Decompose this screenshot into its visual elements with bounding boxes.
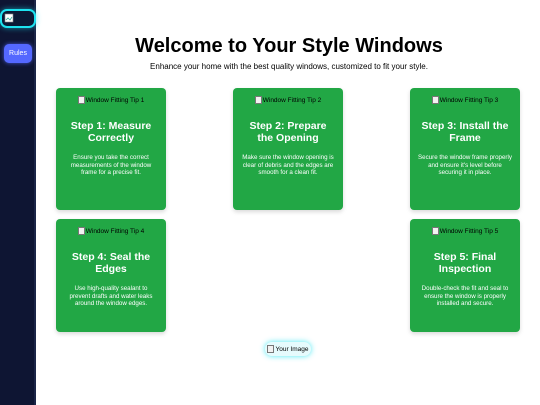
- broken-image-icon: [77, 96, 85, 104]
- page-subtitle: Enhance your home with the best quality …: [150, 62, 428, 71]
- step-card-1: Window Fitting Tip 1 Step 1: Measure Cor…: [56, 88, 166, 210]
- card-image: Window Fitting Tip 2: [241, 94, 335, 106]
- broken-image-icon: [4, 13, 14, 23]
- main-content: Welcome to Your Style Windows Enhance yo…: [38, 0, 540, 405]
- page-title: Welcome to Your Style Windows: [135, 35, 443, 57]
- card-image-alt: Window Fitting Tip 4: [85, 227, 145, 235]
- card-text: Secure the window frame properly and ens…: [418, 154, 512, 176]
- card-title: Step 3: Install the Frame: [421, 120, 509, 144]
- card-image: Window Fitting Tip 3: [418, 94, 512, 106]
- card-text: Make sure the window opening is clear of…: [242, 154, 334, 176]
- card-image-alt: Window Fitting Tip 2: [262, 96, 322, 104]
- card-text: Double-check the fit and seal to ensure …: [421, 285, 509, 307]
- broken-image-icon: [431, 96, 439, 104]
- card-image: Window Fitting Tip 4: [64, 225, 158, 237]
- card-text: Use high-quality sealant to prevent draf…: [69, 285, 153, 307]
- card-title: Step 4: Seal the Edges: [71, 251, 151, 275]
- card-image-alt: Window Fitting Tip 1: [85, 96, 145, 104]
- broken-image-icon: [254, 96, 262, 104]
- card-title: Step 5: Final Inspection: [433, 251, 497, 275]
- rules-button[interactable]: Rules: [4, 44, 32, 63]
- step-card-2: Window Fitting Tip 2 Step 2: Prepare the…: [233, 88, 343, 210]
- card-image: Window Fitting Tip 5: [418, 225, 512, 237]
- your-image[interactable]: Your Image: [265, 342, 311, 356]
- logo[interactable]: [0, 9, 36, 28]
- broken-image-icon: [431, 227, 439, 235]
- card-text: Ensure you take the correct measurements…: [70, 154, 152, 176]
- card-title: Step 2: Prepare the Opening: [249, 120, 327, 144]
- broken-image-icon: [267, 345, 275, 353]
- step-card-3: Window Fitting Tip 3 Step 3: Install the…: [410, 88, 520, 210]
- step-card-4: Window Fitting Tip 4 Step 4: Seal the Ed…: [56, 219, 166, 332]
- card-title: Step 1: Measure Correctly: [70, 120, 152, 144]
- card-image-alt: Window Fitting Tip 3: [439, 96, 499, 104]
- step-card-5: Window Fitting Tip 5 Step 5: Final Inspe…: [410, 219, 520, 332]
- broken-image-icon: [77, 227, 85, 235]
- sidebar: Rules: [0, 0, 36, 405]
- card-image: Window Fitting Tip 1: [64, 94, 158, 106]
- your-image-alt: Your Image: [275, 345, 309, 353]
- card-image-alt: Window Fitting Tip 5: [439, 227, 499, 235]
